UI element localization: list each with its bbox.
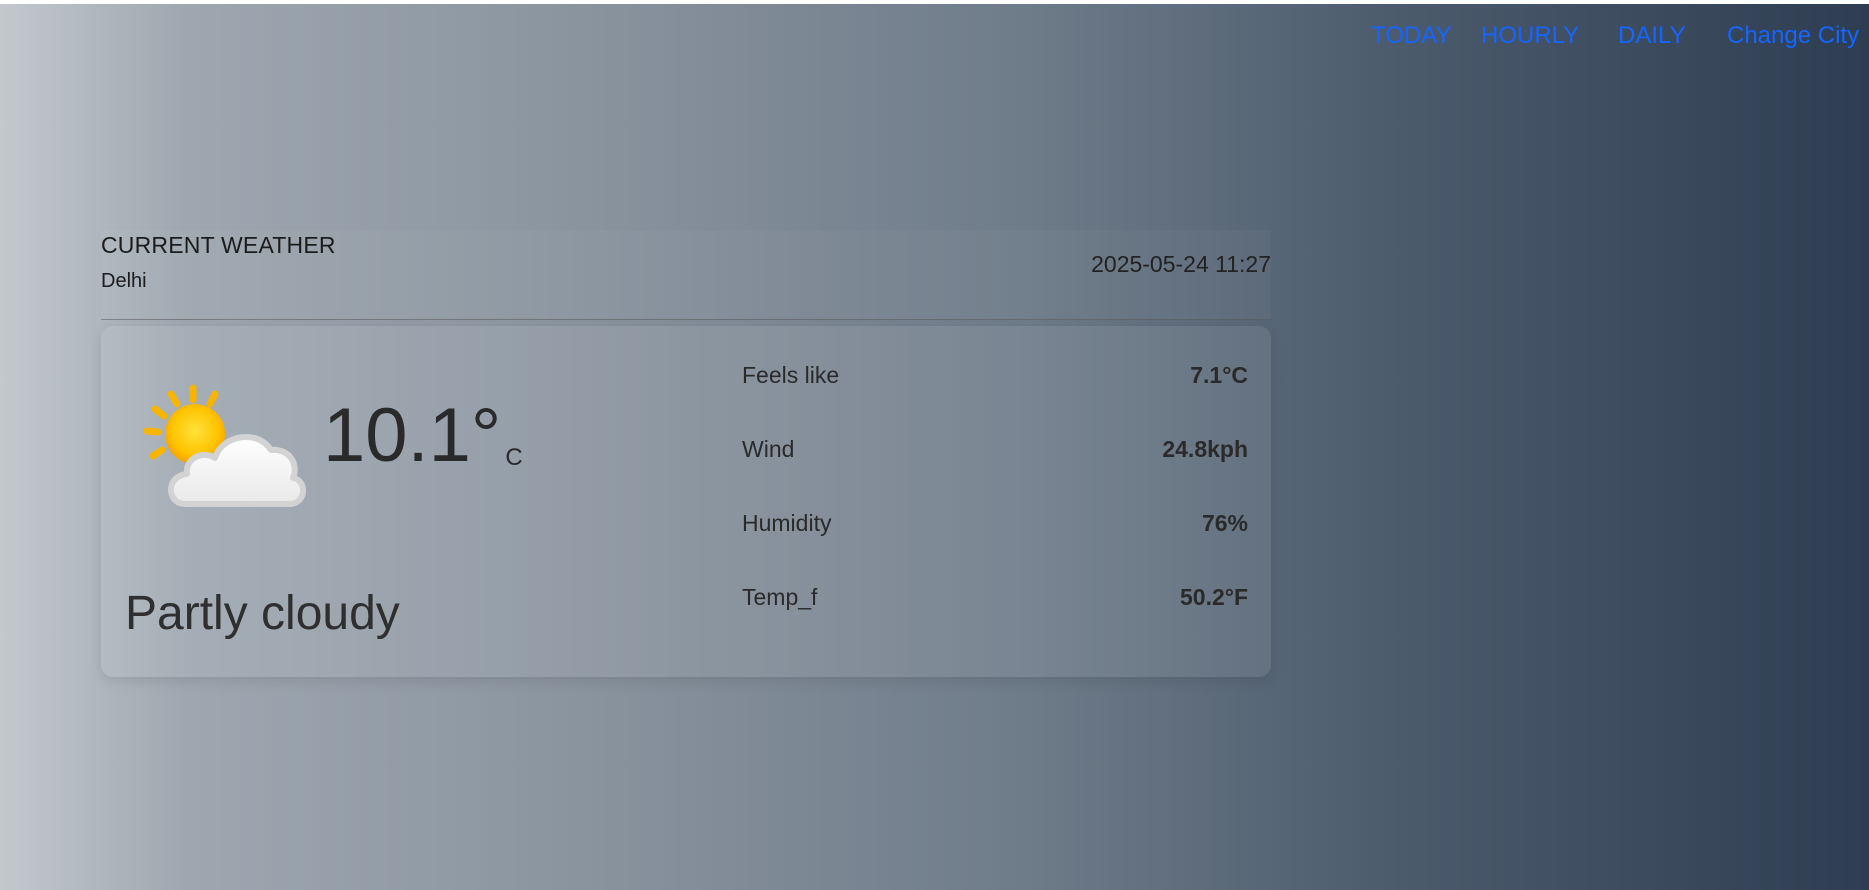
- weather-stats: Feels like 7.1°C Wind 24.8kph Humidity 7…: [742, 362, 1248, 658]
- stat-value: 7.1°C: [1190, 362, 1248, 388]
- partly-cloudy-icon: [137, 376, 317, 526]
- card-title: CURRENT WEATHER: [101, 232, 336, 258]
- nav-today-link[interactable]: TODAY: [1371, 18, 1451, 54]
- condition-text: Partly cloudy: [125, 587, 400, 640]
- weather-card-header: CURRENT WEATHER Delhi 2025-05-24 11:27: [101, 230, 1271, 320]
- city-name: Delhi: [101, 270, 147, 292]
- nav-hourly-link[interactable]: HOURLY: [1481, 18, 1579, 54]
- stat-value: 76%: [1201, 510, 1248, 536]
- datetime: 2025-05-24 11:27: [1091, 251, 1271, 277]
- stat-value: 50.2°F: [1179, 584, 1248, 610]
- stat-label: Wind: [742, 436, 795, 462]
- stat-label: Temp_f: [742, 584, 818, 610]
- stat-label: Humidity: [742, 510, 832, 536]
- temperature-unit: C: [505, 444, 523, 471]
- stat-row-humidity: Humidity 76%: [742, 510, 1248, 584]
- stat-row-wind: Wind 24.8kph: [742, 436, 1248, 510]
- stat-row-temp-f: Temp_f 50.2°F: [742, 584, 1248, 658]
- stat-label: Feels like: [742, 362, 840, 388]
- stat-row-feels-like: Feels like 7.1°C: [742, 362, 1248, 436]
- weather-card-body: 10.1° C Partly cloudy Feels like 7.1°C W…: [101, 326, 1271, 677]
- change-city-link[interactable]: Change City: [1727, 18, 1859, 54]
- nav-daily-link[interactable]: DAILY: [1618, 18, 1686, 54]
- temperature-value: 10.1°: [323, 393, 502, 478]
- page: TODAY HOURLY DAILY Change City CURRENT W…: [0, 0, 1869, 890]
- temperature-display: 10.1° C: [323, 398, 523, 474]
- stat-value: 24.8kph: [1162, 436, 1248, 462]
